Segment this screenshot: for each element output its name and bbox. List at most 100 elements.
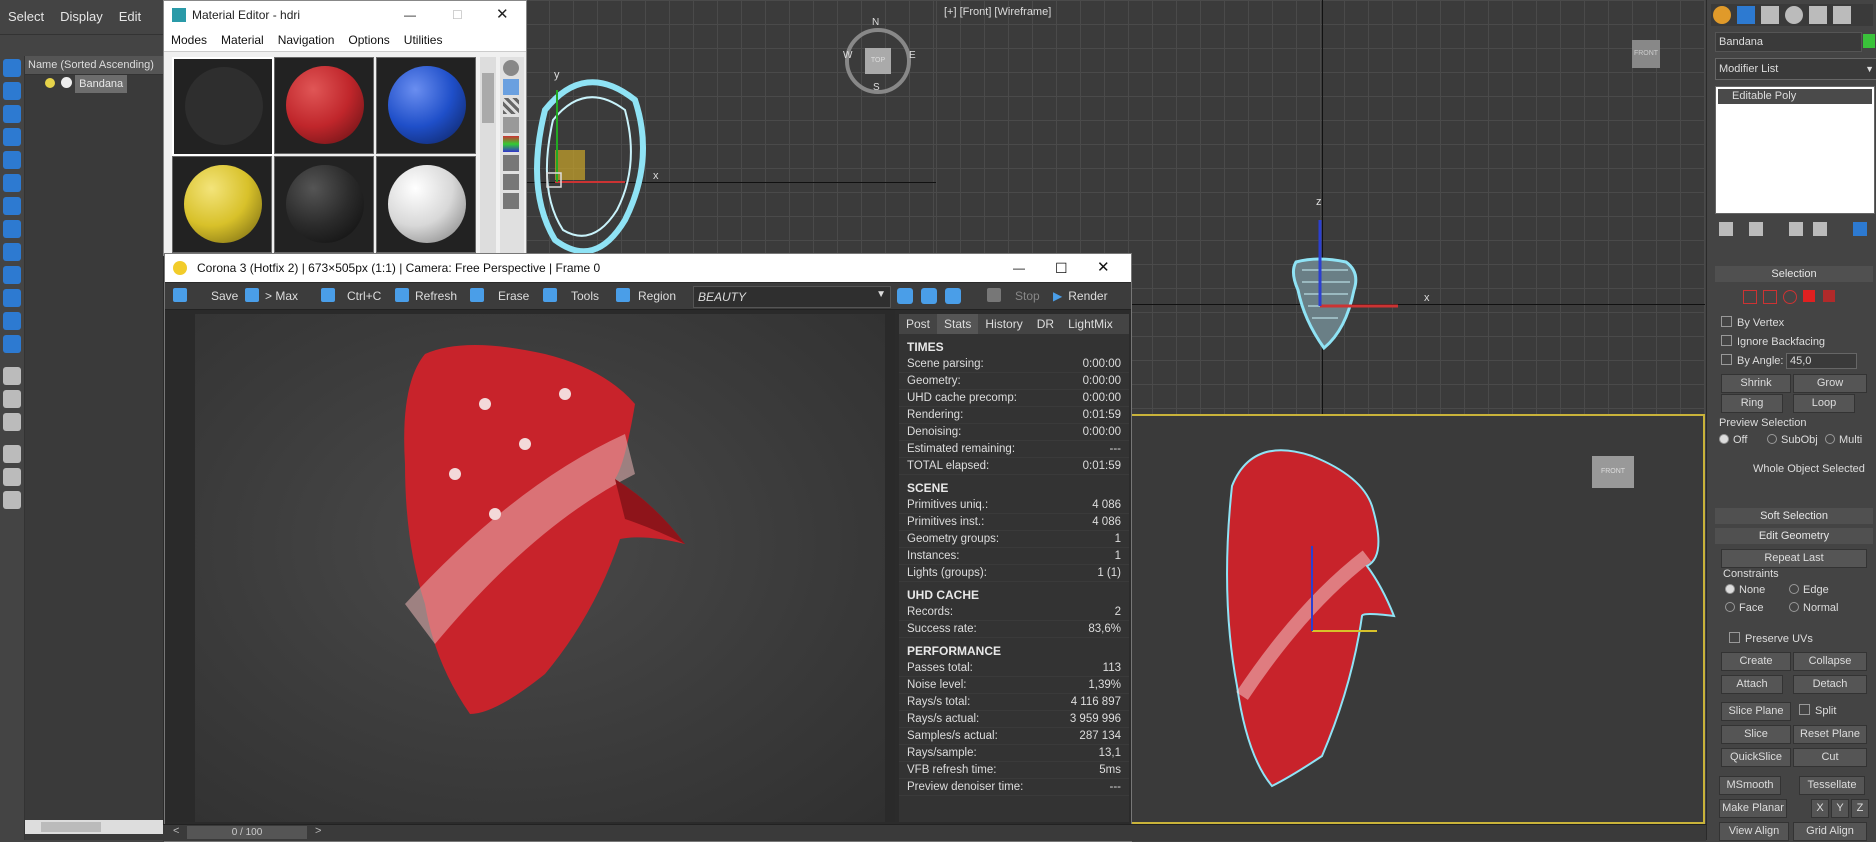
- polygon-icon[interactable]: [1803, 290, 1815, 302]
- explorer-horizontal-scrollbar[interactable]: [25, 820, 163, 834]
- material-slot-6[interactable]: [376, 156, 476, 253]
- menu-edit[interactable]: Edit: [111, 0, 149, 34]
- ignore-backfacing-checkbox[interactable]: Ignore Backfacing: [1721, 335, 1825, 348]
- constraint-edge-radio[interactable]: Edge: [1789, 584, 1829, 596]
- hierarchy-icon[interactable]: [3, 468, 21, 486]
- menu-navigation[interactable]: Navigation: [271, 29, 342, 51]
- show-end-result-icon[interactable]: [1749, 222, 1763, 236]
- scrollbar-thumb[interactable]: [482, 73, 494, 123]
- grid-align-button[interactable]: Grid Align: [1793, 822, 1867, 841]
- display-frozen-icon[interactable]: [3, 312, 21, 330]
- preview-off-radio[interactable]: Off: [1719, 434, 1747, 446]
- detach-button[interactable]: Detach: [1793, 675, 1867, 694]
- display-lights-icon[interactable]: [3, 128, 21, 146]
- zoom-fit-icon[interactable]: [945, 288, 961, 304]
- remove-modifier-icon[interactable]: [1813, 222, 1827, 236]
- close-icon[interactable]: ✕: [496, 1, 509, 29]
- msmooth-button[interactable]: MSmooth: [1719, 776, 1781, 795]
- constraint-face-radio[interactable]: Face: [1725, 602, 1763, 614]
- viewport-top[interactable]: TOP N S E W y x: [525, 0, 936, 255]
- pin-stack-icon[interactable]: [1719, 222, 1733, 236]
- viewport-front-label[interactable]: [+] [Front] [Wireframe]: [944, 6, 1051, 18]
- material-slot-2[interactable]: [274, 57, 374, 154]
- shrink-button[interactable]: Shrink: [1721, 374, 1791, 393]
- explorer-column-header[interactable]: Name (Sorted Ascending): [25, 56, 163, 75]
- viewcube-perspective[interactable]: FRONT: [1592, 456, 1634, 488]
- element-icon[interactable]: [1823, 290, 1835, 302]
- menu-select[interactable]: Select: [0, 0, 52, 34]
- menu-material[interactable]: Material: [214, 29, 271, 51]
- split-checkbox[interactable]: Split: [1799, 704, 1836, 717]
- planar-z-button[interactable]: Z: [1851, 799, 1869, 818]
- viewcube-front[interactable]: FRONT: [1632, 40, 1660, 68]
- display-helpers-icon[interactable]: [3, 174, 21, 192]
- sample-type-icon[interactable]: [503, 60, 519, 76]
- tab-dr[interactable]: DR: [1030, 314, 1061, 334]
- grow-button[interactable]: Grow: [1793, 374, 1867, 393]
- utilities-tab-icon[interactable]: [1833, 6, 1851, 24]
- backlight-icon[interactable]: [503, 79, 519, 95]
- tools-button[interactable]: Tools: [543, 287, 599, 305]
- minimize-icon[interactable]: —: [404, 1, 416, 29]
- material-slot-1[interactable]: [172, 57, 274, 156]
- zoom-in-icon[interactable]: [897, 288, 913, 304]
- menu-display[interactable]: Display: [52, 0, 111, 34]
- object-color-swatch[interactable]: [1863, 34, 1875, 48]
- menu-modes[interactable]: Modes: [164, 29, 214, 51]
- tab-history[interactable]: History: [978, 314, 1029, 334]
- display-cameras-icon[interactable]: [3, 151, 21, 169]
- vertex-icon[interactable]: [1743, 290, 1757, 304]
- render-image[interactable]: [195, 314, 885, 822]
- tab-lightmix[interactable]: LightMix: [1061, 314, 1120, 334]
- tab-stats[interactable]: Stats: [937, 314, 979, 334]
- page-icon[interactable]: [3, 367, 21, 385]
- view-align-button[interactable]: View Align: [1719, 822, 1789, 841]
- create-tab-icon[interactable]: [1713, 6, 1731, 24]
- make-preview-icon[interactable]: [503, 155, 519, 171]
- create-button[interactable]: Create: [1721, 652, 1791, 671]
- slice-plane-button[interactable]: Slice Plane: [1721, 702, 1791, 721]
- hierarchy-tab-icon[interactable]: [1761, 6, 1779, 24]
- rollout-edit-geometry[interactable]: Edit Geometry: [1715, 528, 1873, 544]
- display-xrefs-icon[interactable]: [3, 243, 21, 261]
- by-angle-checkbox[interactable]: By Angle:: [1721, 354, 1783, 367]
- motion-tab-icon[interactable]: [1785, 6, 1803, 24]
- save-button[interactable]: Save: [173, 287, 238, 305]
- modifier-stack[interactable]: Editable Poly: [1715, 86, 1875, 214]
- background-icon[interactable]: [503, 98, 519, 114]
- preserve-uvs-checkbox[interactable]: Preserve UVs: [1729, 632, 1813, 645]
- rollout-selection[interactable]: Selection: [1715, 266, 1873, 282]
- display-hidden-icon[interactable]: [3, 335, 21, 353]
- attach-button[interactable]: Attach: [1721, 675, 1783, 694]
- border-icon[interactable]: [1783, 290, 1797, 304]
- filter-icon[interactable]: [3, 445, 21, 463]
- constraint-none-radio[interactable]: None: [1725, 584, 1765, 596]
- refresh-button[interactable]: Refresh: [395, 287, 457, 305]
- page-icon-3[interactable]: [3, 413, 21, 431]
- timeline-prev-icon[interactable]: <: [173, 825, 179, 837]
- ring-button[interactable]: Ring: [1721, 394, 1783, 413]
- display-geometry-icon[interactable]: [3, 82, 21, 100]
- display-spacewarps-icon[interactable]: [3, 197, 21, 215]
- region-button[interactable]: Region: [616, 287, 676, 305]
- rollout-soft-selection[interactable]: Soft Selection: [1715, 508, 1873, 524]
- close-icon[interactable]: ✕: [1097, 254, 1110, 282]
- display-containers-icon[interactable]: [3, 289, 21, 307]
- preview-multi-radio[interactable]: Multi: [1825, 434, 1862, 446]
- repeat-last-button[interactable]: Repeat Last: [1721, 549, 1867, 568]
- quickslice-button[interactable]: QuickSlice: [1721, 748, 1791, 767]
- display-tab-icon[interactable]: [1809, 6, 1827, 24]
- video-color-check-icon[interactable]: [503, 136, 519, 152]
- to-max-button[interactable]: > Max: [245, 287, 298, 305]
- page-icon-2[interactable]: [3, 390, 21, 408]
- planar-y-button[interactable]: Y: [1831, 799, 1849, 818]
- make-planar-button[interactable]: Make Planar: [1719, 799, 1787, 818]
- zoom-out-icon[interactable]: [921, 288, 937, 304]
- display-groups-icon[interactable]: [3, 220, 21, 238]
- edge-icon[interactable]: [1763, 290, 1777, 304]
- maximize-icon[interactable]: ☐: [1055, 254, 1068, 282]
- display-none-icon[interactable]: [3, 59, 21, 77]
- angle-spinner[interactable]: 45,0: [1786, 353, 1857, 369]
- menu-options[interactable]: Options: [341, 29, 396, 51]
- loop-button[interactable]: Loop: [1793, 394, 1855, 413]
